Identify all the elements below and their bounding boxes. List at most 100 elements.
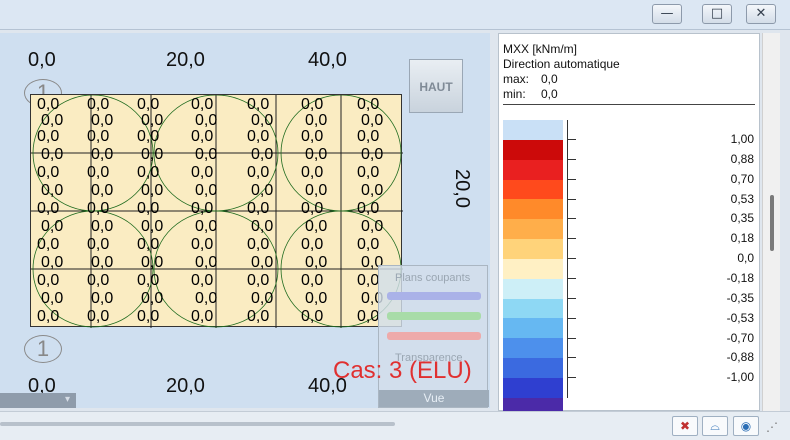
result-value: 0,0 bbox=[251, 146, 274, 163]
result-value: 0,0 bbox=[195, 254, 218, 271]
chevron-down-icon[interactable]: ▾ bbox=[65, 394, 70, 405]
cutting-plane-slider-red[interactable] bbox=[387, 332, 481, 340]
title-bar: — □ ✕ bbox=[0, 0, 790, 30]
maximize-icon: □ bbox=[710, 6, 724, 21]
result-value: 0,0 bbox=[137, 200, 160, 217]
result-value: 0,0 bbox=[247, 236, 270, 253]
minimize-icon: — bbox=[660, 6, 674, 21]
result-value: 0,0 bbox=[301, 164, 324, 181]
legend-color-segment bbox=[503, 179, 563, 200]
result-value: 0,0 bbox=[141, 290, 164, 307]
cutting-plane-slider-blue[interactable] bbox=[387, 292, 481, 300]
legend-direction: Direction automatique bbox=[503, 57, 620, 71]
result-value: 0,0 bbox=[41, 218, 64, 235]
legend-tick bbox=[568, 337, 576, 339]
horizontal-scrollbar[interactable] bbox=[0, 422, 395, 426]
legend-value-label: -0,70 bbox=[726, 330, 754, 345]
result-value: 0,0 bbox=[357, 200, 380, 217]
result-value: 0,0 bbox=[195, 290, 218, 307]
toolbar-button-1[interactable]: ✖ bbox=[672, 416, 698, 436]
result-value: 0,0 bbox=[41, 290, 64, 307]
legend-value-label: -0,88 bbox=[726, 350, 754, 365]
result-value: 0,0 bbox=[191, 200, 214, 217]
legend-color-segment bbox=[503, 338, 563, 359]
glasses-icon: ⌓ bbox=[710, 419, 720, 433]
result-value: 0,0 bbox=[191, 128, 214, 145]
result-value: 0,0 bbox=[361, 182, 384, 199]
legend-min-value: 0,0 bbox=[541, 87, 558, 101]
legend-value-label: 0,35 bbox=[730, 211, 754, 226]
result-value: 0,0 bbox=[137, 164, 160, 181]
vertical-scrollbar[interactable] bbox=[762, 33, 780, 411]
toolbar-button-2[interactable]: ⌓ bbox=[702, 416, 728, 436]
result-value: 0,0 bbox=[301, 200, 324, 217]
legend-color-segment bbox=[503, 139, 563, 160]
legend-color-segment bbox=[503, 298, 563, 319]
legend-color-segment bbox=[503, 278, 563, 299]
scrollbar-thumb[interactable] bbox=[770, 195, 774, 251]
result-value: 0,0 bbox=[191, 272, 214, 289]
model-viewport[interactable]: 0,0 20,0 40,0 0,0 20,0 40,0 20,0 1 1 0,0… bbox=[0, 33, 490, 408]
minimize-button[interactable]: — bbox=[652, 4, 682, 24]
result-value: 0,0 bbox=[247, 200, 270, 217]
result-value: 0,0 bbox=[301, 128, 324, 145]
resize-grip-icon[interactable]: ⋰ bbox=[766, 420, 778, 434]
result-value: 0,0 bbox=[37, 236, 60, 253]
maximize-button[interactable]: □ bbox=[702, 4, 732, 24]
close-button[interactable]: ✕ bbox=[746, 4, 776, 24]
result-value: 0,0 bbox=[195, 182, 218, 199]
result-value: 0,0 bbox=[137, 96, 160, 113]
result-value: 0,0 bbox=[361, 146, 384, 163]
result-value: 0,0 bbox=[251, 112, 274, 129]
result-value: 0,0 bbox=[251, 218, 274, 235]
axis-top-label: 20,0 bbox=[166, 49, 205, 71]
result-value: 0,0 bbox=[137, 308, 160, 325]
legend-value-label: 1,00 bbox=[730, 132, 754, 146]
legend-value-label: 0,88 bbox=[730, 151, 754, 166]
display-panel[interactable]: Plans coupants Transparence Vue bbox=[378, 265, 489, 408]
cutting-plane-slider-green[interactable] bbox=[387, 312, 481, 320]
result-value: 0,0 bbox=[91, 112, 114, 129]
result-value: 0,0 bbox=[357, 236, 380, 253]
result-value: 0,0 bbox=[191, 96, 214, 113]
result-value: 0,0 bbox=[141, 146, 164, 163]
toolbar-button-3[interactable]: ◉ bbox=[733, 416, 759, 436]
legend-panel: MXX [kNm/m] Direction automatique max: 0… bbox=[498, 33, 760, 438]
result-value: 0,0 bbox=[41, 182, 64, 199]
result-value: 0,0 bbox=[41, 254, 64, 271]
result-value: 0,0 bbox=[191, 308, 214, 325]
slab-area[interactable]: 0,0 0,0 0,0 0,0 0,0 0,0 0,0 0,0 0,0 0,0 0,0 0,0 0,0 0… bbox=[30, 94, 403, 328]
view-navigator[interactable]: ▾ bbox=[0, 393, 76, 408]
result-value: 0,0 bbox=[195, 218, 218, 235]
legend-tick bbox=[568, 357, 576, 359]
view-cube-label: HAUT bbox=[419, 80, 453, 94]
result-value: 0,0 bbox=[91, 254, 114, 271]
result-value: 0,0 bbox=[305, 112, 328, 129]
result-value: 0,0 bbox=[91, 218, 114, 235]
result-value: 0,0 bbox=[41, 112, 64, 129]
legend-max-label: max: bbox=[503, 72, 530, 86]
legend-min-label: min: bbox=[503, 87, 526, 101]
legend-tick bbox=[568, 198, 576, 200]
result-value: 0,0 bbox=[361, 112, 384, 129]
legend-tick bbox=[568, 258, 576, 260]
legend-value-label: -0,53 bbox=[726, 310, 754, 325]
result-value: 0,0 bbox=[41, 146, 64, 163]
legend-color-segment bbox=[503, 318, 563, 339]
result-value: 0,0 bbox=[195, 112, 218, 129]
legend-color-segment bbox=[503, 219, 563, 240]
legend-color-segment bbox=[503, 258, 563, 279]
result-value: 0,0 bbox=[87, 236, 110, 253]
legend-tick bbox=[568, 238, 576, 240]
result-value: 0,0 bbox=[357, 96, 380, 113]
result-value: 0,0 bbox=[251, 254, 274, 271]
legend-color-segment bbox=[503, 239, 563, 259]
result-value: 0,0 bbox=[37, 96, 60, 113]
result-value: 0,0 bbox=[87, 164, 110, 181]
view-cube[interactable]: HAUT bbox=[409, 59, 463, 113]
result-value: 0,0 bbox=[357, 272, 380, 289]
result-value: 0,0 bbox=[91, 146, 114, 163]
legend-max-value: 0,0 bbox=[541, 72, 558, 86]
view-panel-footer[interactable]: Vue bbox=[379, 390, 489, 407]
result-value: 0,0 bbox=[251, 182, 274, 199]
